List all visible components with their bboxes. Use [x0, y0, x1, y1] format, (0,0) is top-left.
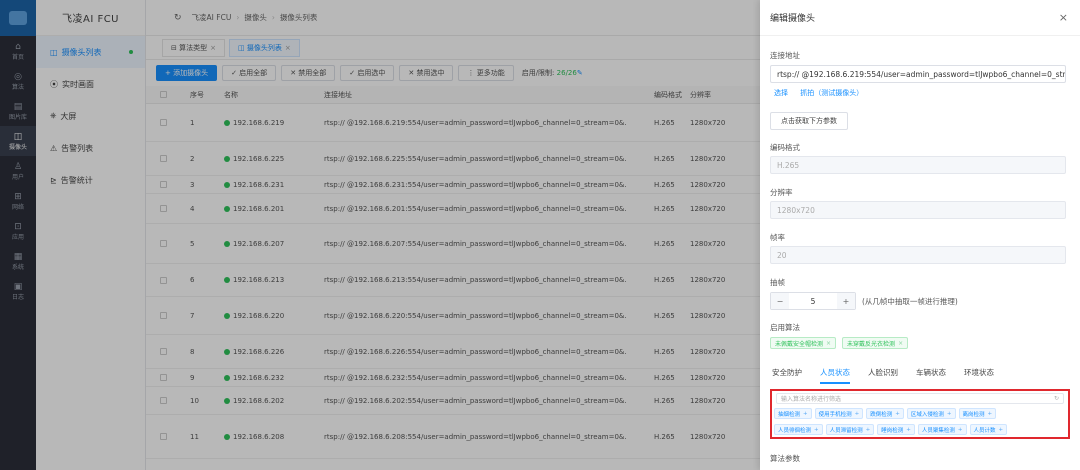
tag-label: 未穿戴反光衣检测: [847, 340, 896, 348]
filter-placeholder: 输入算法名称进行筛选: [781, 396, 842, 403]
enabled-algorithms-label: 启用算法: [770, 323, 800, 332]
add-icon[interactable]: +: [988, 411, 993, 417]
algorithm-chip-row: 抽烟检测 + 使用手机检测 + 跌倒检测 + 区域入侵检测 + 离岗检测 +: [774, 408, 1070, 419]
enabled-algorithm-tags: 未佩戴安全帽检测 × 未穿戴反光衣检测 ×: [770, 337, 914, 349]
drawer-overlay[interactable]: [0, 0, 760, 470]
chip-label: 使用手机检测: [818, 411, 852, 418]
add-icon[interactable]: +: [999, 427, 1004, 433]
snapshot-link[interactable]: 抓拍（测试摄像头）: [800, 89, 863, 97]
fps-label: 帧率: [770, 233, 785, 242]
chip-label: 区域入侵检测: [910, 411, 944, 418]
add-icon[interactable]: +: [958, 427, 963, 433]
add-icon[interactable]: +: [803, 411, 808, 417]
algorithm-chip[interactable]: 使用手机检测 +: [814, 408, 864, 419]
category-tab-4[interactable]: 环境状态: [964, 366, 994, 384]
url-links: 选择 抓拍（测试摄像头）: [774, 88, 873, 98]
algorithm-chip[interactable]: 人员滞留检测 +: [825, 424, 875, 435]
add-icon[interactable]: +: [895, 411, 900, 417]
close-icon[interactable]: ×: [826, 340, 831, 347]
tag-label: 未佩戴安全帽检测: [775, 340, 824, 348]
decrement-button[interactable]: −: [771, 293, 789, 309]
frame-skip-stepper: − 5 +: [770, 292, 856, 310]
algorithm-category-tabs: 安全防护 人员状态 人脸识别 车辆状态 环境状态: [772, 366, 1012, 384]
codec-input: H.265: [770, 156, 1066, 174]
algorithm-chip[interactable]: 人员计数 +: [969, 424, 1008, 435]
drawer-header: 编辑摄像头 ×: [760, 0, 1080, 36]
algorithm-chip[interactable]: 区域入侵检测 +: [906, 408, 956, 419]
algorithm-chip[interactable]: 跌倒检测 +: [866, 408, 904, 419]
fetch-params-button[interactable]: 点击获取下方参数: [770, 112, 848, 130]
select-link[interactable]: 选择: [774, 89, 788, 97]
category-tab-2[interactable]: 人脸识别: [868, 366, 898, 384]
chip-label: 睡岗检测: [881, 427, 904, 434]
algorithm-chip[interactable]: 人员聚集检测 +: [917, 424, 967, 435]
algorithm-params-label: 算法参数: [770, 454, 800, 463]
category-tab-0[interactable]: 安全防护: [772, 366, 802, 384]
increment-button[interactable]: +: [837, 293, 855, 309]
resolution-input: 1280x720: [770, 201, 1066, 219]
algorithm-chip-row: 人员徘徊检测 + 人员滞留检测 + 睡岗检测 + 人员聚集检测 + 人员计数 +: [774, 424, 1070, 435]
frame-skip-label: 抽帧: [770, 278, 785, 287]
close-icon[interactable]: ×: [898, 340, 903, 347]
resolution-label: 分辨率: [770, 188, 793, 197]
add-icon[interactable]: +: [947, 411, 952, 417]
chip-label: 人员滞留检测: [829, 427, 863, 434]
enabled-algorithm-tag: 未穿戴反光衣检测 ×: [842, 337, 909, 349]
chip-label: 抽烟检测: [778, 411, 801, 418]
drawer-title: 编辑摄像头: [770, 14, 816, 24]
algorithm-filter-input[interactable]: 输入算法名称进行筛选 ↻: [776, 393, 1064, 404]
algorithm-chip[interactable]: 抽烟检测 +: [774, 408, 812, 419]
url-input[interactable]: rtsp:// @192.168.6.219:554/user=admin_pa…: [770, 65, 1066, 83]
chip-label: 人员聚集检测: [921, 427, 955, 434]
enabled-algorithm-tag: 未佩戴安全帽检测 ×: [770, 337, 837, 349]
chip-label: 人员计数: [973, 427, 996, 434]
algorithm-chip[interactable]: 离岗检测 +: [958, 408, 997, 419]
algorithm-chip[interactable]: 人员徘徊检测 +: [774, 424, 823, 435]
add-icon[interactable]: +: [866, 427, 871, 433]
edit-camera-drawer: 编辑摄像头 × 连接地址 rtsp:// @192.168.6.219:554/…: [760, 0, 1080, 470]
add-icon[interactable]: +: [906, 427, 911, 433]
url-label: 连接地址: [770, 51, 800, 60]
category-tab-1[interactable]: 人员状态: [820, 366, 850, 384]
algorithm-picker-highlight: 输入算法名称进行筛选 ↻ 抽烟检测 + 使用手机检测 + 跌倒检测 + 区域入侵检测 + 离岗检…: [770, 389, 1070, 439]
frame-skip-value[interactable]: 5: [789, 297, 837, 306]
category-tab-3[interactable]: 车辆状态: [916, 366, 946, 384]
add-icon[interactable]: +: [855, 411, 860, 417]
refresh-icon[interactable]: ↻: [1054, 395, 1059, 402]
algorithm-chip[interactable]: 睡岗检测 +: [877, 424, 915, 435]
add-icon[interactable]: +: [814, 427, 819, 433]
chip-label: 离岗检测: [962, 411, 985, 418]
codec-label: 编码格式: [770, 143, 800, 152]
chip-label: 跌倒检测: [870, 411, 893, 418]
close-icon[interactable]: ×: [1059, 11, 1068, 24]
fps-input: 20: [770, 246, 1066, 264]
chip-label: 人员徘徊检测: [778, 427, 812, 434]
frame-skip-hint: (从几帧中抽取一帧进行推理): [862, 297, 958, 306]
